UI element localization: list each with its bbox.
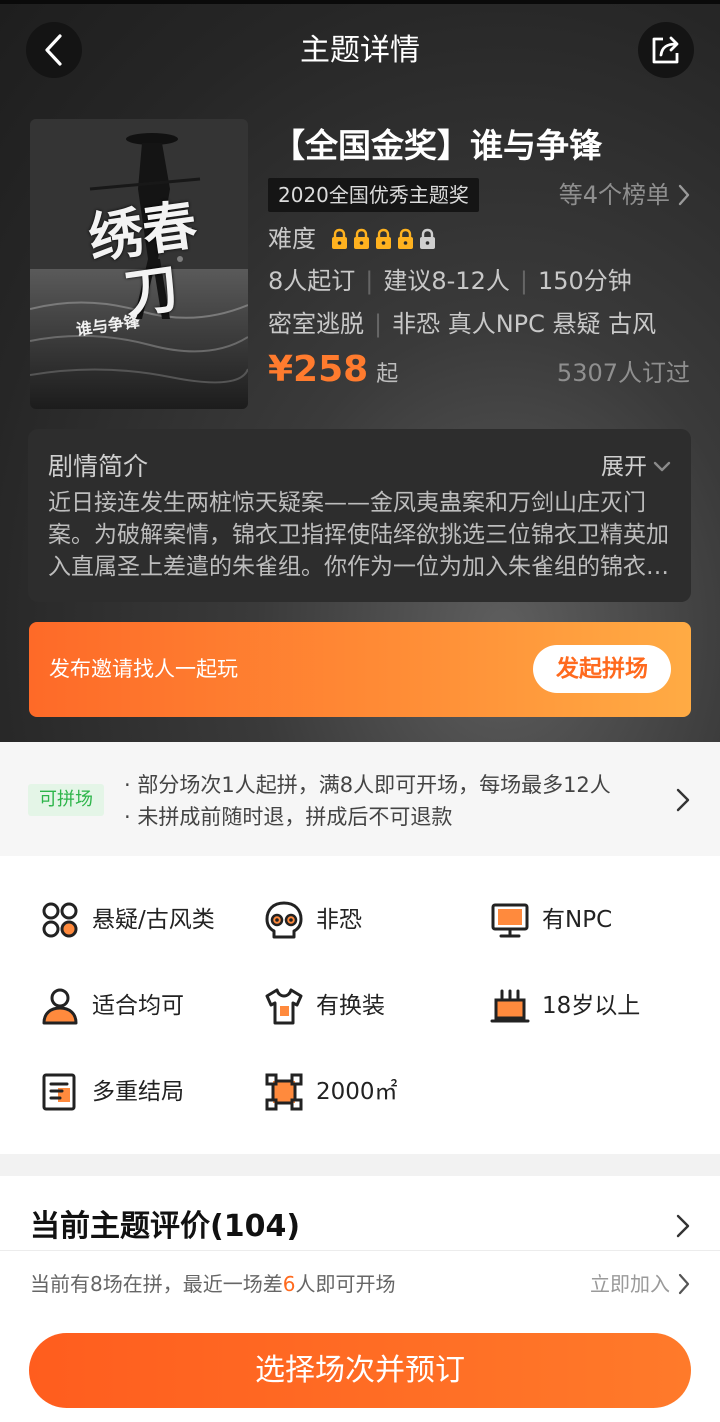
difficulty-rating	[330, 228, 437, 250]
chevron-right-icon	[676, 788, 690, 812]
feature-ending: 多重结局	[40, 1072, 184, 1112]
share-icon	[652, 36, 679, 64]
feature-age: 18岁以上	[490, 986, 640, 1026]
stats-row: 8人起订 | 建议8-12人 | 150分钟	[268, 264, 632, 298]
feature-horror: 非恐	[264, 900, 362, 940]
start-group-button[interactable]: 发起拼场	[533, 645, 671, 693]
price: ¥258	[268, 349, 369, 390]
invite-text: 发布邀请找人一起玩	[49, 657, 238, 681]
category-icon	[42, 902, 78, 938]
select-session-button[interactable]: 选择场次并预订	[29, 1333, 691, 1408]
synopsis-card: 剧情简介 展开 近日接连发生两桩惊天疑案——金凤夷蛊案和万剑山庄灭门案。为破解案…	[28, 429, 691, 602]
synopsis-expand-button[interactable]: 展开	[601, 449, 671, 485]
invite-banner: 发布邀请找人一起玩 发起拼场	[29, 622, 691, 717]
monitor-icon	[491, 903, 529, 938]
divider	[0, 1250, 720, 1251]
lock-icon	[376, 228, 391, 249]
group-status-text: 当前有8场在拼，最近一场差6人即可开场	[30, 1268, 395, 1300]
booked-count: 5307人订过	[556, 359, 690, 387]
join-label: 立即加入	[590, 1272, 670, 1296]
lock-icon	[354, 228, 369, 249]
duration: 150分钟	[537, 267, 632, 295]
join-now-link[interactable]: 立即加入	[590, 1268, 690, 1300]
chevron-down-icon	[653, 461, 671, 472]
feature-area: 2000㎡	[264, 1072, 398, 1112]
min-players: 8人起订	[268, 267, 356, 295]
skull-icon	[265, 901, 303, 939]
status-count: 6	[282, 1272, 296, 1296]
tags-row: 密室逃脱 | 非恐 真人NPC 悬疑 古风	[268, 307, 656, 341]
feature-costume: 有换装	[264, 986, 385, 1026]
theme-poster[interactable]: 绣春刀 谁与争锋	[30, 119, 248, 409]
feature-label: 非恐	[316, 907, 362, 933]
price-row: ¥258 起	[268, 349, 398, 390]
lock-icon	[420, 228, 435, 249]
suggested-players: 建议8-12人	[383, 267, 510, 295]
lock-icon	[398, 228, 413, 249]
divider: |	[519, 267, 528, 295]
divider: |	[374, 310, 383, 338]
group-rule-line: · 部分场次1人起拼，满8人即可开场，每场最多12人	[124, 773, 611, 797]
group-play-tag: 可拼场	[28, 784, 104, 816]
tag-genre: 密室逃脱	[268, 310, 364, 338]
feature-label: 2000㎡	[316, 1079, 398, 1105]
share-button[interactable]	[638, 22, 694, 78]
document-icon	[42, 1073, 76, 1111]
feature-label: 有NPC	[542, 907, 613, 933]
synopsis-title: 剧情简介	[48, 452, 149, 481]
user-icon	[42, 988, 78, 1025]
rank-list-link[interactable]: 等4个榜单	[559, 178, 690, 212]
chevron-right-icon	[678, 184, 690, 206]
status-prefix: 当前有8场在拼，最近一场差	[30, 1272, 283, 1296]
chevron-right-icon	[678, 1273, 690, 1295]
expand-label: 展开	[601, 454, 647, 480]
area-icon	[265, 1073, 303, 1111]
cake-icon	[490, 989, 530, 1023]
feature-audience: 适合均可	[40, 986, 184, 1026]
status-suffix: 人即可开场	[295, 1272, 396, 1296]
feature-category: 悬疑/古风类	[40, 900, 215, 940]
hero-section: 主题详情 绣春刀 谁与争锋 【全国金奖】谁与争锋 2020全国优秀主题奖 等4个…	[0, 0, 720, 742]
poster-title: 绣春刀	[84, 192, 201, 327]
group-play-section[interactable]: 可拼场 · 部分场次1人起拼，满8人即可开场，每场最多12人 · 未拼成前随时退…	[0, 742, 720, 856]
tag-list: 非恐 真人NPC 悬疑 古风	[392, 310, 657, 338]
feature-label: 悬疑/古风类	[92, 907, 215, 933]
price-suffix: 起	[376, 362, 399, 387]
page-title: 主题详情	[300, 33, 420, 68]
theme-title: 【全国金奖】谁与争锋	[272, 126, 602, 165]
feature-label: 适合均可	[92, 993, 184, 1019]
review-title[interactable]: 当前主题评价(104)	[30, 1206, 300, 1248]
award-tag: 2020全国优秀主题奖	[268, 178, 479, 212]
divider: |	[365, 267, 374, 295]
group-rule-line: · 未拼成前随时退，拼成后不可退款	[124, 805, 453, 829]
feature-label: 多重结局	[92, 1079, 184, 1105]
difficulty-label: 难度	[268, 225, 316, 253]
shirt-icon	[265, 988, 303, 1025]
feature-label: 18岁以上	[542, 993, 641, 1019]
lock-icon	[332, 228, 347, 249]
feature-grid: 悬疑/古风类 非恐 有NPC 适合均可 有换装 18岁以上 多重结局 2000㎡	[0, 856, 720, 1154]
feature-label: 有换装	[316, 993, 385, 1019]
synopsis-text: 近日接连发生两桩惊天疑案——金凤夷蛊案和万剑山庄灭门案。为破解案情，锦衣卫指挥使…	[48, 490, 669, 580]
feature-npc: 有NPC	[490, 900, 612, 940]
chevron-right-icon[interactable]	[676, 1214, 690, 1238]
difficulty-row: 难度	[268, 222, 437, 256]
rank-list-label: 等4个榜单	[558, 181, 670, 209]
